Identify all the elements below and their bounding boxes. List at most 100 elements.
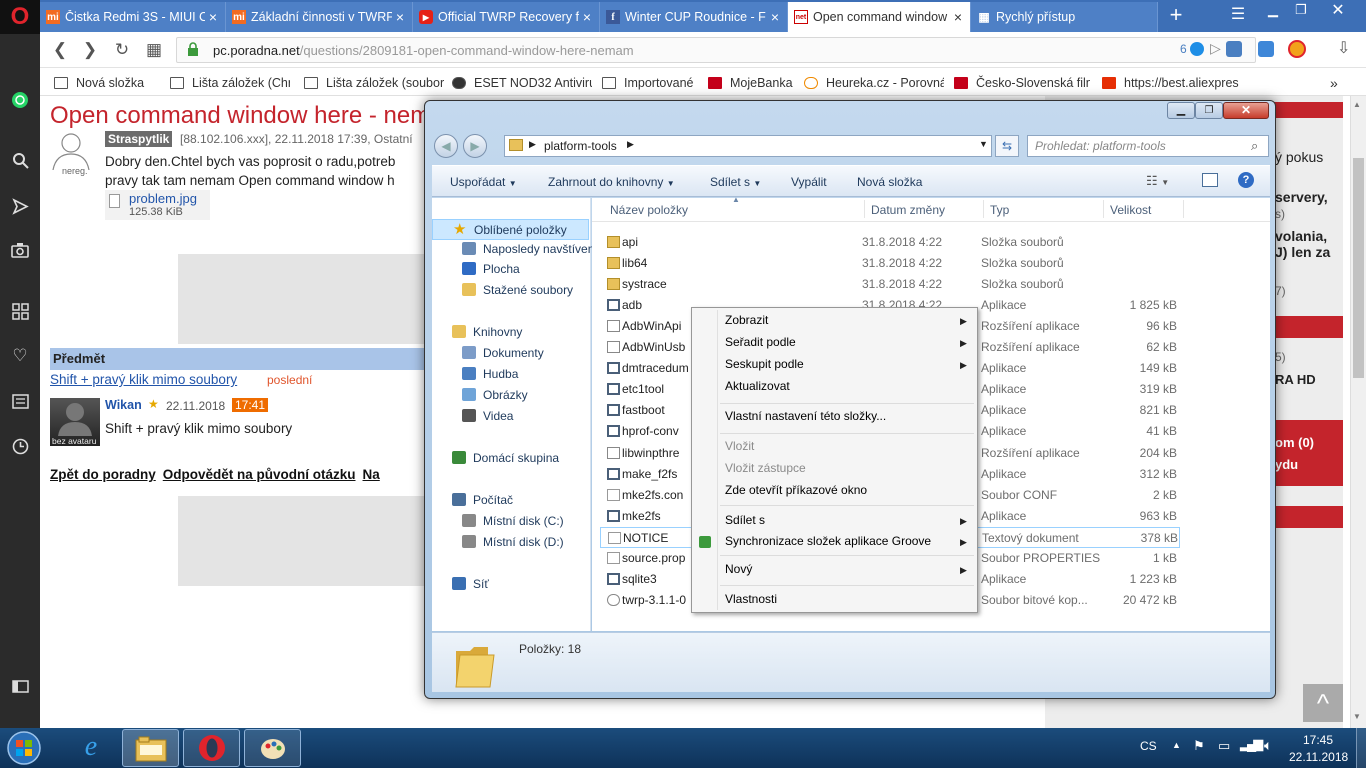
search-box[interactable]: Prohledat: platform-tools ⌕	[1027, 135, 1269, 157]
history-icon[interactable]	[0, 430, 40, 462]
menu-item-aktualizovat[interactable]: Aktualizovat	[725, 379, 790, 393]
file-row[interactable]: lib64 31.8.2018 4:22 Složka souborů	[600, 253, 1180, 274]
close-tab-icon[interactable]: ×	[767, 9, 783, 25]
search-icon[interactable]: ⌕	[1251, 138, 1258, 154]
nav-item[interactable]: Počítač	[432, 490, 589, 511]
nav-item[interactable]: Obrázky	[432, 385, 589, 406]
page-scrollbar[interactable]: ▲ ▼	[1350, 96, 1366, 728]
close-tab-icon[interactable]: ×	[579, 9, 595, 25]
view-options-icon[interactable]: ☷ ▼	[1146, 173, 1169, 189]
tab-3[interactable]: ▶ Official TWRP Recovery f ×	[413, 2, 600, 32]
file-explorer-taskbar-button[interactable]	[122, 729, 179, 767]
menu-item-zde-otevrit-prikazove-okno[interactable]: Zde otevřít příkazové okno	[725, 483, 867, 497]
nav-item[interactable]: Domácí skupina	[432, 448, 589, 469]
menu-item-zobrazit[interactable]: Zobrazit	[725, 313, 768, 327]
action-center-icon[interactable]: ⚑	[1193, 738, 1205, 754]
bookmark-item[interactable]: Nová složka	[54, 74, 164, 92]
nav-item[interactable]: Plocha	[432, 259, 589, 280]
internet-explorer-icon[interactable]: e	[64, 730, 118, 766]
reply-link[interactable]: Shift + pravý klik mimo soubory	[50, 372, 237, 387]
toolbar-burn[interactable]: Vypálit	[791, 175, 827, 189]
minimize-button[interactable]: ▁	[1167, 102, 1195, 119]
nav-item[interactable]: Knihovny	[432, 322, 589, 343]
column-divider[interactable]	[1183, 200, 1184, 218]
new-tab-button[interactable]: +	[1164, 4, 1188, 28]
network-signal-icon[interactable]: ▂▄▆	[1240, 736, 1263, 752]
column-type[interactable]: Typ	[990, 203, 1009, 217]
extension-icon[interactable]	[1288, 40, 1306, 58]
tab-6[interactable]: ▦ Rychlý přístup	[971, 2, 1158, 32]
maximize-icon[interactable]: ❐	[1290, 2, 1312, 22]
share-icon[interactable]: ▷	[1210, 40, 1221, 57]
opera-logo-icon[interactable]: O	[0, 0, 40, 34]
translate-extension-icon[interactable]	[1226, 41, 1242, 57]
author-name[interactable]: Straspytlik	[105, 131, 173, 147]
scroll-to-top-button[interactable]: ^	[1303, 684, 1343, 722]
nav-item-favorites-selected[interactable]: ★ Oblíbené položky	[432, 219, 589, 240]
url-field[interactable]: pc.poradna.net/questions/2809181-open-co…	[176, 37, 1256, 63]
menu-item-sdilet-s[interactable]: Sdílet s	[725, 513, 765, 527]
close-button[interactable]: ✕	[1223, 102, 1269, 119]
bookmark-item[interactable]: Heureka.cz - Porovná	[804, 74, 944, 92]
camera-icon[interactable]	[0, 234, 40, 266]
tray-expand-icon[interactable]: ▲	[1172, 740, 1181, 750]
bookmark-item[interactable]: Lišta záložek (Chrome	[170, 74, 290, 92]
attachment-name[interactable]: problem.jpg	[129, 191, 197, 206]
attachment[interactable]: problem.jpg 125.38 KiB	[105, 190, 210, 220]
nav-item[interactable]: Stažené soubory	[432, 280, 589, 301]
menu-item-novy[interactable]: Nový	[725, 562, 752, 576]
reply-original-link[interactable]: Odpovědět na původní otázku	[163, 467, 356, 482]
bookmark-item[interactable]: https://best.aliexpres	[1102, 74, 1246, 92]
column-divider[interactable]	[864, 200, 865, 218]
forward-button[interactable]: ❯	[78, 38, 102, 62]
nav-item[interactable]: Místní disk (D:)	[432, 532, 589, 553]
tab-menu-icon[interactable]: ☰	[1228, 4, 1248, 24]
nav-item[interactable]: Místní disk (C:)	[432, 511, 589, 532]
column-divider[interactable]	[1103, 200, 1104, 218]
tab-4[interactable]: f Winter CUP Roudnice - F ×	[600, 2, 788, 32]
history-dropdown-icon[interactable]: ▼	[979, 139, 988, 149]
adblock-icon[interactable]	[1190, 42, 1204, 56]
heart-icon[interactable]: ♡	[0, 340, 40, 372]
file-row[interactable]: api 31.8.2018 4:22 Složka souborů	[600, 232, 1180, 253]
column-divider[interactable]	[983, 200, 984, 218]
display-icon[interactable]: ▭	[1218, 738, 1230, 754]
close-tab-icon[interactable]: ×	[205, 9, 221, 25]
nav-item[interactable]: Hudba	[432, 364, 589, 385]
reply-author[interactable]: Wikan	[105, 398, 142, 412]
menu-item-vlastni-nastaveni-teto-slozky[interactable]: Vlastní nastavení této složky...	[725, 409, 886, 423]
menu-item-seradit-podle[interactable]: Seřadit podle	[725, 335, 796, 349]
toolbar-include-library[interactable]: Zahrnout do knihovny ▼	[548, 175, 675, 189]
next-link[interactable]: Na	[363, 467, 380, 482]
file-row[interactable]: systrace 31.8.2018 4:22 Složka souborů	[600, 274, 1180, 295]
nav-item[interactable]: Dokumenty	[432, 343, 589, 364]
back-to-forum-link[interactable]: Zpět do poradny	[50, 467, 156, 482]
toolbar-organize[interactable]: Uspořádat ▼	[450, 175, 517, 189]
help-icon[interactable]: ?	[1238, 172, 1254, 188]
breadcrumb-path[interactable]: platform-tools	[544, 139, 617, 153]
clock-date[interactable]: 22.11.2018	[1289, 750, 1348, 764]
opera-taskbar-button[interactable]	[183, 729, 240, 767]
language-indicator[interactable]: CS	[1140, 739, 1157, 753]
search-icon[interactable]	[0, 144, 40, 176]
back-button[interactable]: ❮	[48, 38, 72, 62]
forward-nav-icon[interactable]: ▶	[463, 134, 487, 158]
whatsapp-icon[interactable]	[0, 84, 40, 116]
column-size[interactable]: Velikost	[1110, 203, 1151, 217]
bookmark-item[interactable]: Importované	[602, 74, 712, 92]
close-tab-icon[interactable]: ×	[950, 9, 966, 25]
column-name[interactable]: Název položky	[610, 203, 688, 217]
scroll-down-arrow-icon[interactable]: ▼	[1353, 712, 1361, 721]
preview-pane-icon[interactable]	[1202, 173, 1218, 187]
menu-item-seskupit-podle[interactable]: Seskupit podle	[725, 357, 804, 371]
volume-icon[interactable]: 🔈︎	[1264, 737, 1272, 754]
news-icon[interactable]	[0, 385, 40, 417]
bookmark-item[interactable]: Lišta záložek (soubor)	[304, 74, 444, 92]
reload-button[interactable]: ↻	[110, 38, 134, 62]
menu-item-synchronizace-slozek-aplikace-groove[interactable]: Synchronizace složek aplikace Groove	[725, 534, 931, 548]
paint-taskbar-button[interactable]	[244, 729, 301, 767]
close-tab-icon[interactable]: ×	[392, 9, 408, 25]
show-desktop-button[interactable]	[1356, 728, 1366, 768]
speed-dial-icon[interactable]	[0, 295, 40, 327]
column-date[interactable]: Datum změny	[871, 203, 945, 217]
